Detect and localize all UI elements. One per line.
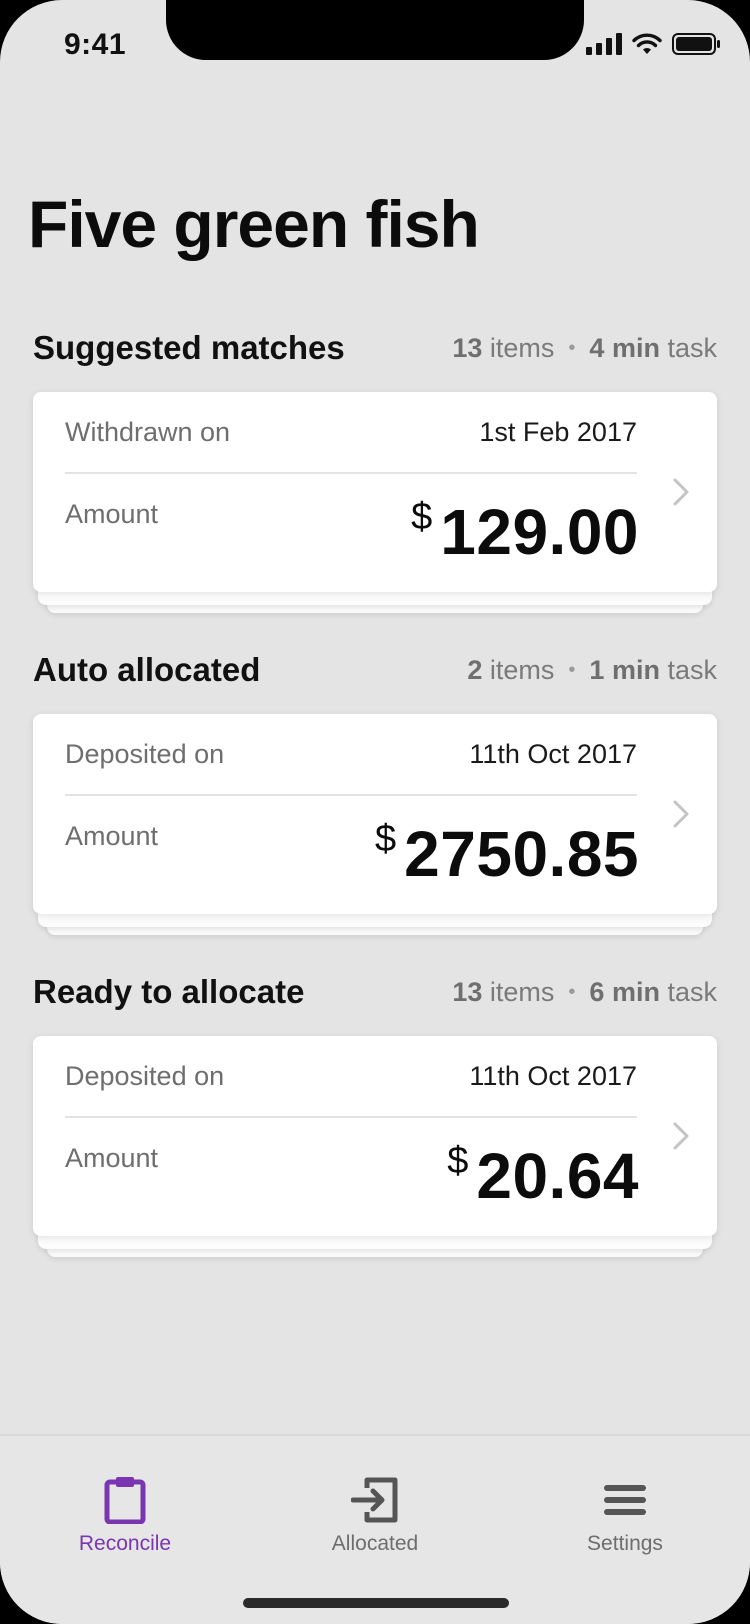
task-word: task xyxy=(667,654,717,685)
items-word: items xyxy=(489,332,555,363)
section-title: Ready to allocate xyxy=(33,973,305,1010)
task-duration: 6 min xyxy=(589,976,660,1007)
amount: $ 129.00 xyxy=(411,492,639,564)
separator-dot: • xyxy=(568,980,576,1003)
status-icons xyxy=(586,32,722,56)
tab-reconcile[interactable]: Reconcile xyxy=(45,1476,205,1556)
divider xyxy=(65,472,637,474)
items-count: 2 xyxy=(467,654,483,685)
amount: $ 2750.85 xyxy=(375,814,639,886)
task-word: task xyxy=(667,332,717,363)
transaction-card[interactable]: Deposited on 11th Oct 2017 Amount $ 2750… xyxy=(33,714,717,914)
amount-label: Amount xyxy=(65,499,159,529)
amount-value: 20.64 xyxy=(476,1140,639,1212)
tab-settings[interactable]: Settings xyxy=(545,1476,705,1556)
transaction-card[interactable]: Deposited on 11th Oct 2017 Amount $ 20.6… xyxy=(33,1036,717,1236)
battery-icon xyxy=(672,33,720,55)
chevron-right-icon xyxy=(673,800,689,828)
section-header: Auto allocated 2 items • 1 min task xyxy=(33,650,717,690)
device-notch xyxy=(166,0,584,60)
amount-value: 2750.85 xyxy=(404,818,639,890)
date-label: Deposited on xyxy=(65,739,225,769)
section-meta: 13 items • 6 min task xyxy=(452,977,717,1008)
tab-allocated[interactable]: Allocated xyxy=(295,1476,455,1556)
page-title: Five green fish xyxy=(28,187,480,261)
task-duration: 1 min xyxy=(589,654,660,685)
chevron-right-icon xyxy=(673,1122,689,1150)
items-word: items xyxy=(489,654,555,685)
date-label: Deposited on xyxy=(65,1061,225,1091)
wifi-icon xyxy=(632,33,662,54)
sign-in-icon xyxy=(351,1477,398,1523)
currency-symbol: $ xyxy=(411,496,433,538)
home-indicator[interactable] xyxy=(243,1598,509,1608)
transaction-date: 1st Feb 2017 xyxy=(479,417,637,447)
items-word: items xyxy=(489,976,555,1007)
status-time: 9:41 xyxy=(64,28,127,61)
section-header: Suggested matches 13 items • 4 min task xyxy=(33,328,717,368)
items-count: 13 xyxy=(452,332,483,363)
tab-label: Settings xyxy=(587,1532,663,1555)
transaction-date: 11th Oct 2017 xyxy=(469,1061,637,1091)
amount: $ 20.64 xyxy=(447,1136,639,1208)
clipboard-icon xyxy=(104,1477,146,1524)
chevron-right-icon xyxy=(673,478,689,506)
currency-symbol: $ xyxy=(447,1140,469,1182)
currency-symbol: $ xyxy=(375,818,397,860)
phone-screen: 9:41 Five green fish Suggested matches 1… xyxy=(0,0,750,1624)
separator-dot: • xyxy=(568,336,576,359)
amount-label: Amount xyxy=(65,1143,159,1173)
divider xyxy=(65,1116,637,1118)
task-word: task xyxy=(667,976,717,1007)
divider xyxy=(65,794,637,796)
tab-bar: Reconcile Allocated Settings xyxy=(0,1434,750,1624)
date-label: Withdrawn on xyxy=(65,417,231,447)
section-title: Auto allocated xyxy=(33,651,261,688)
section-meta: 2 items • 1 min task xyxy=(467,655,717,686)
section-meta: 13 items • 4 min task xyxy=(452,333,717,364)
transaction-date: 11th Oct 2017 xyxy=(469,739,637,769)
tab-label: Reconcile xyxy=(78,1532,172,1555)
amount-label: Amount xyxy=(65,821,159,851)
tab-label: Allocated xyxy=(331,1532,419,1555)
cellular-signal-icon xyxy=(586,33,622,55)
transaction-card[interactable]: Withdrawn on 1st Feb 2017 Amount $ 129.0… xyxy=(33,392,717,592)
amount-value: 129.00 xyxy=(440,496,639,568)
menu-icon xyxy=(604,1485,646,1515)
separator-dot: • xyxy=(568,658,576,681)
items-count: 13 xyxy=(452,976,483,1007)
section-header: Ready to allocate 13 items • 6 min task xyxy=(33,972,717,1012)
section-title: Suggested matches xyxy=(33,329,345,366)
task-duration: 4 min xyxy=(589,332,660,363)
